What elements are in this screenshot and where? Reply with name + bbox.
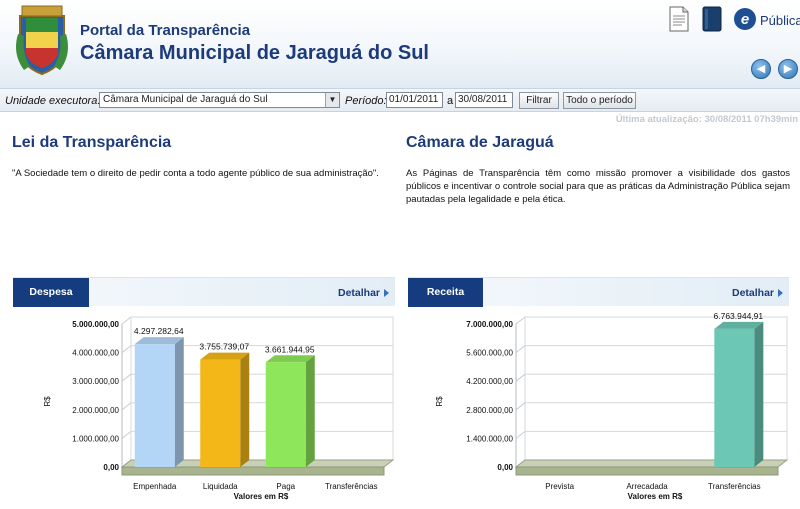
lei-transparencia-text: "A Sociedade tem o direito de pedir cont… bbox=[12, 168, 379, 179]
arrow-right-icon bbox=[778, 289, 783, 298]
receita-detalhar-label: Detalhar bbox=[731, 287, 774, 299]
y-tick-label: 7.000.000,00 bbox=[466, 320, 513, 329]
periodo-label: Período: bbox=[345, 95, 387, 107]
data-label: 6.763.944,91 bbox=[714, 312, 764, 321]
svg-text:e: e bbox=[741, 11, 749, 28]
gridline-diagonal bbox=[121, 345, 132, 353]
filter-bar: Unidade executora: Câmara Municipal de J… bbox=[0, 88, 800, 112]
bar bbox=[200, 359, 241, 467]
arrow-right-icon bbox=[384, 289, 389, 298]
gridline-diagonal bbox=[515, 345, 526, 353]
chart-floor-front bbox=[121, 466, 385, 476]
date-to-input[interactable]: 30/08/2011 bbox=[455, 92, 513, 108]
forward-arrow-icon[interactable]: ▶ bbox=[778, 59, 798, 79]
unidade-select[interactable]: Câmara Municipal de Jaraguá do Sul ▼ bbox=[99, 92, 340, 108]
receita-panel-bar: Receita Detalhar bbox=[408, 277, 789, 307]
bar bbox=[714, 328, 755, 467]
y-tick-label: 3.000.000,00 bbox=[72, 377, 119, 386]
x-tick-label: Empenhada bbox=[133, 482, 177, 491]
y-tick-label: 1.000.000,00 bbox=[72, 434, 119, 443]
x-tick-label: Transferências bbox=[325, 482, 378, 491]
gridline-diagonal bbox=[515, 431, 526, 439]
unidade-label: Unidade executora: bbox=[5, 95, 101, 107]
y-axis-label: R$ bbox=[435, 396, 444, 407]
gridline-diagonal bbox=[515, 373, 526, 382]
camara-jaragua-text: As Páginas de Transparência têm como mis… bbox=[406, 168, 790, 205]
y-tick-label: 2.000.000,00 bbox=[72, 406, 119, 415]
y-tick-label: 5.600.000,00 bbox=[466, 349, 513, 358]
gridline-diagonal bbox=[121, 431, 132, 439]
document-icon[interactable] bbox=[668, 6, 690, 32]
x-tick-label: Transferências bbox=[708, 482, 761, 491]
e-publica-logo-icon[interactable]: e bbox=[733, 6, 757, 32]
chart-floor-front bbox=[515, 466, 779, 476]
x-axis-label: Valores em R$ bbox=[234, 492, 289, 501]
bar-side bbox=[240, 352, 250, 467]
book-icon[interactable] bbox=[701, 6, 723, 32]
y-tick-label: 4.200.000,00 bbox=[466, 377, 513, 386]
bar bbox=[134, 344, 175, 467]
page-header: Portal da Transparência Câmara Municipal… bbox=[0, 0, 800, 88]
despesa-detalhar-label: Detalhar bbox=[337, 287, 380, 299]
data-label: 3.755.739,07 bbox=[199, 342, 249, 352]
date-from-input[interactable]: 01/01/2011 bbox=[386, 92, 443, 108]
last-update-text: Última atualização: 30/08/2011 07h39min bbox=[615, 114, 798, 125]
tab-receita[interactable]: Receita bbox=[408, 278, 483, 307]
back-arrow-icon[interactable]: ◀ bbox=[751, 59, 771, 79]
x-tick-label: Prevista bbox=[545, 482, 574, 491]
date-separator: a bbox=[447, 95, 454, 107]
unidade-select-value: Câmara Municipal de Jaraguá do Sul bbox=[103, 94, 268, 105]
portal-title: Portal da Transparência bbox=[80, 22, 251, 39]
y-tick-label: 1.400.000,00 bbox=[466, 434, 513, 443]
camara-jaragua-title: Câmara de Jaraguá bbox=[406, 134, 554, 151]
x-tick-label: Paga bbox=[276, 482, 295, 491]
y-tick-label: 2.800.000,00 bbox=[466, 406, 513, 415]
receita-chart: 0,00 1.400.000,00 2.800.000,00 4.200.000,00… bbox=[435, 312, 789, 501]
publica-label[interactable]: Pública bbox=[760, 13, 800, 28]
y-axis-label: R$ bbox=[43, 396, 52, 407]
bar bbox=[265, 362, 306, 467]
bar-side bbox=[754, 321, 764, 467]
gridline-diagonal bbox=[515, 402, 526, 411]
chevron-down-icon[interactable]: ▼ bbox=[325, 93, 339, 107]
y-tick-label: 0,00 bbox=[103, 463, 119, 472]
receita-detalhar-link[interactable]: Detalhar bbox=[732, 287, 783, 299]
gridline-diagonal bbox=[121, 316, 132, 325]
x-tick-label: Liquidada bbox=[203, 482, 238, 491]
data-label: 3.661.944,95 bbox=[265, 344, 315, 354]
despesa-detalhar-link[interactable]: Detalhar bbox=[338, 287, 389, 299]
y-tick-label: 0,00 bbox=[497, 463, 513, 472]
municipal-crest-icon bbox=[16, 5, 68, 76]
todo-periodo-button[interactable]: Todo o período bbox=[563, 92, 636, 109]
page-title: Câmara Municipal de Jaraguá do Sul bbox=[80, 42, 429, 64]
x-tick-label: Arrecadada bbox=[626, 482, 668, 491]
data-label: 4.297.282,64 bbox=[134, 326, 184, 336]
tab-despesa[interactable]: Despesa bbox=[13, 278, 89, 307]
y-tick-label: 4.000.000,00 bbox=[72, 349, 119, 358]
bar-side bbox=[305, 355, 315, 467]
despesa-chart: 0,00 1.000.000,00 2.000.000,00 3.000.000,00… bbox=[43, 316, 395, 501]
gridline-diagonal bbox=[121, 402, 132, 411]
lei-transparencia-title: Lei da Transparência bbox=[12, 134, 172, 151]
x-axis-label: Valores em R$ bbox=[628, 492, 683, 501]
bar-side bbox=[174, 337, 184, 467]
gridline-diagonal bbox=[515, 316, 526, 325]
despesa-panel-bar: Despesa Detalhar bbox=[13, 277, 395, 307]
filtrar-button[interactable]: Filtrar bbox=[519, 92, 559, 109]
gridline-diagonal bbox=[121, 373, 132, 382]
y-tick-label: 5.000.000,00 bbox=[72, 320, 119, 329]
